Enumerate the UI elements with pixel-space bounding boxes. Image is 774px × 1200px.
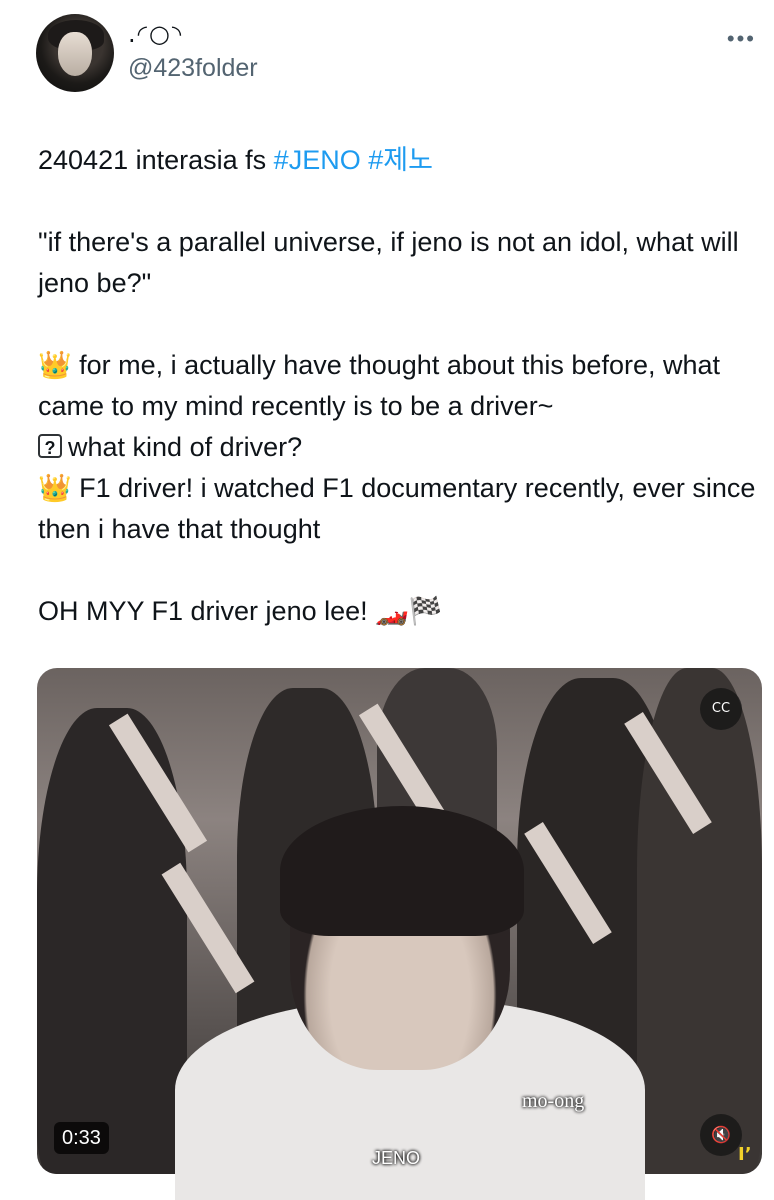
crown-emoji: 👑 bbox=[38, 350, 72, 381]
captions-icon[interactable]: CC bbox=[700, 688, 742, 730]
video-subject-hair bbox=[280, 806, 524, 936]
tweet-answer-2: 👑 F1 driver! i watched F1 documentary re… bbox=[38, 468, 764, 550]
tweet-question-2: ? what kind of driver? bbox=[38, 427, 764, 468]
video-subtitle-name: JENO bbox=[372, 1148, 421, 1168]
answer-1-text: for me, i actually have thought about th… bbox=[38, 350, 721, 421]
video-duration: 0:33 bbox=[54, 1122, 109, 1154]
user-handle[interactable]: @423folder bbox=[128, 54, 258, 83]
answer-2-text: F1 driver! i watched F1 documentary rece… bbox=[38, 473, 756, 544]
tweet-closing: OH MYY F1 driver jeno lee! 🏎️🏁 bbox=[38, 591, 764, 632]
question-2-text: what kind of driver? bbox=[68, 432, 303, 462]
race-car-flag-emoji: 🏎️🏁 bbox=[375, 596, 443, 627]
video-subtitle-caption: mo-ong bbox=[522, 1090, 585, 1112]
tweet-intro-text: 240421 interasia fs bbox=[38, 145, 274, 175]
more-horizontal-icon[interactable]: ••• bbox=[727, 26, 756, 52]
hashtag-jeno-korean[interactable]: #제노 bbox=[368, 145, 433, 175]
display-name[interactable]: .◜○◝ bbox=[128, 20, 183, 48]
tweet-line-date: 240421 interasia fs #JENO #제노 bbox=[38, 140, 764, 181]
crown-emoji: 👑 bbox=[38, 473, 72, 504]
closing-text: OH MYY F1 driver jeno lee! bbox=[38, 596, 376, 626]
hashtag-jeno[interactable]: #JENO bbox=[274, 145, 361, 175]
watermark-logo: I’ bbox=[738, 1144, 752, 1165]
tweet-text: 240421 interasia fs #JENO #제노 "if there'… bbox=[38, 140, 764, 632]
tweet-header: .◜○◝ @423folder ••• bbox=[0, 0, 774, 110]
question-mark-icon: ? bbox=[38, 434, 62, 458]
avatar[interactable] bbox=[36, 14, 114, 92]
mute-icon[interactable]: 🔇 bbox=[700, 1114, 742, 1156]
tweet-answer-1: 👑 for me, i actually have thought about … bbox=[38, 345, 764, 427]
tweet-question: "if there's a parallel universe, if jeno… bbox=[38, 227, 739, 298]
avatar-face bbox=[58, 32, 92, 76]
